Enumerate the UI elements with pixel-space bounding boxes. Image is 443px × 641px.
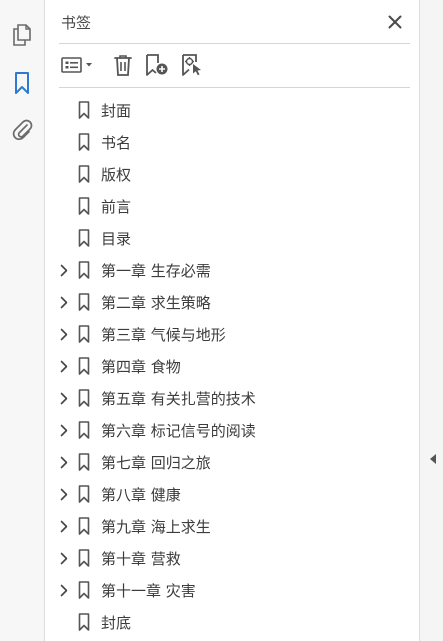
bookmark-icon	[78, 581, 90, 599]
bookmark-label: 第二章 求生策略	[101, 294, 211, 312]
bookmark-label: 第十章 营救	[101, 550, 181, 568]
bookmark-icon	[78, 549, 90, 567]
bookmark-item[interactable]: 第十章 营救	[46, 542, 418, 574]
bookmark-label: 第一章 生存必需	[101, 262, 211, 280]
bookmark-icon	[78, 517, 90, 535]
bookmark-label: 封底	[101, 614, 132, 632]
pages-icon	[13, 24, 31, 46]
close-panel-button[interactable]	[384, 11, 406, 33]
bookmarks-button[interactable]	[9, 70, 35, 96]
bookmark-icon	[78, 293, 90, 311]
bookmark-icon	[78, 325, 90, 343]
bookmark-label: 第九章 海上求生	[101, 518, 211, 536]
bookmark-label: 封面	[101, 102, 132, 120]
toolbar-divider	[59, 87, 410, 88]
bookmark-item[interactable]: 第九章 海上求生	[46, 510, 418, 542]
bookmark-icon	[78, 133, 90, 151]
bookmark-icon	[78, 261, 90, 279]
bookmark-label: 第六章 标记信号的阅读	[101, 422, 256, 440]
expand-chevron-icon[interactable]	[58, 455, 70, 469]
new-bookmark-icon	[146, 54, 168, 76]
delete-icon	[114, 55, 132, 76]
options-menu-button[interactable]	[59, 52, 97, 78]
bookmark-icon	[78, 453, 90, 471]
bookmark-item[interactable]: 版权	[46, 158, 418, 190]
expand-chevron-icon[interactable]	[58, 359, 70, 373]
panel-title: 书签	[61, 14, 92, 32]
expand-chevron-icon[interactable]	[58, 551, 70, 565]
bookmark-label: 书名	[101, 134, 132, 152]
bookmark-list: 封面书名版权前言目录第一章 生存必需 第二章 求生策略 第三章 气候与地形 第四章 食…	[46, 94, 418, 638]
page-thumbnails-button[interactable]	[9, 22, 35, 48]
bookmark-icon	[78, 613, 90, 631]
expand-chevron-icon[interactable]	[58, 327, 70, 341]
bookmark-item[interactable]: 封面	[46, 94, 418, 126]
delete-bookmark-button[interactable]	[110, 52, 136, 78]
bookmark-item[interactable]: 前言	[46, 190, 418, 222]
tool-rail	[0, 0, 45, 641]
expand-chevron-icon[interactable]	[58, 583, 70, 597]
bookmark-icon	[78, 229, 90, 247]
bookmark-label: 第七章 回归之旅	[101, 454, 211, 472]
bookmark-icon	[78, 197, 90, 215]
bookmark-label: 前言	[101, 198, 132, 216]
expand-chevron-icon[interactable]	[58, 295, 70, 309]
new-bookmark-button[interactable]	[143, 52, 171, 78]
bookmark-icon	[78, 389, 90, 407]
new-bookmark-from-structure-button[interactable]	[179, 52, 207, 78]
bookmark-item[interactable]: 书名	[46, 126, 418, 158]
bookmark-label: 第四章 食物	[101, 358, 181, 376]
collapse-arrow-icon[interactable]	[429, 453, 437, 465]
bookmark-item[interactable]: 第二章 求生策略	[46, 286, 418, 318]
bookmark-item[interactable]: 第四章 食物	[46, 350, 418, 382]
attachments-button[interactable]	[9, 116, 35, 142]
bookmark-item[interactable]: 第八章 健康	[46, 478, 418, 510]
bookmark-label: 第五章 有关扎营的技术	[101, 390, 256, 408]
panel-collapse-strip	[419, 0, 443, 641]
bookmarks-panel: 书签 封面 书名 版权 前言 目录 第一章 生存必需 第二章 求生策略 第三章 …	[46, 0, 418, 641]
bookmark-icon	[15, 72, 29, 94]
expand-chevron-icon[interactable]	[58, 423, 70, 437]
expand-chevron-icon[interactable]	[58, 391, 70, 405]
bookmark-item[interactable]: 第十一章 灾害	[46, 574, 418, 606]
close-icon	[388, 15, 402, 29]
bookmark-icon	[78, 421, 90, 439]
bookmark-label: 版权	[101, 166, 132, 184]
bookmark-item[interactable]: 目录	[46, 222, 418, 254]
bookmark-item[interactable]: 第五章 有关扎营的技术	[46, 382, 418, 414]
new-bookmark-from-structure-icon	[182, 54, 201, 76]
expand-chevron-icon[interactable]	[58, 519, 70, 533]
bookmark-label: 第八章 健康	[101, 486, 181, 504]
bookmark-item[interactable]: 第七章 回归之旅	[46, 446, 418, 478]
bookmark-item[interactable]: 第六章 标记信号的阅读	[46, 414, 418, 446]
bookmark-item[interactable]: 第一章 生存必需	[46, 254, 418, 286]
bookmark-icon	[78, 485, 90, 503]
attachment-icon	[12, 119, 33, 141]
bookmark-icon	[78, 165, 90, 183]
panel-header: 书签	[46, 0, 418, 44]
options-menu-icon	[61, 57, 92, 73]
bookmark-label: 第十一章 灾害	[101, 582, 196, 600]
bookmark-item[interactable]: 封底	[46, 606, 418, 638]
bookmark-item[interactable]: 第三章 气候与地形	[46, 318, 418, 350]
bookmark-toolbar	[46, 44, 418, 87]
expand-chevron-icon[interactable]	[58, 487, 70, 501]
bookmark-label: 第三章 气候与地形	[101, 326, 226, 344]
bookmark-label: 目录	[101, 230, 132, 248]
bookmark-icon	[78, 357, 90, 375]
bookmark-icon	[78, 101, 90, 119]
expand-chevron-icon[interactable]	[58, 263, 70, 277]
